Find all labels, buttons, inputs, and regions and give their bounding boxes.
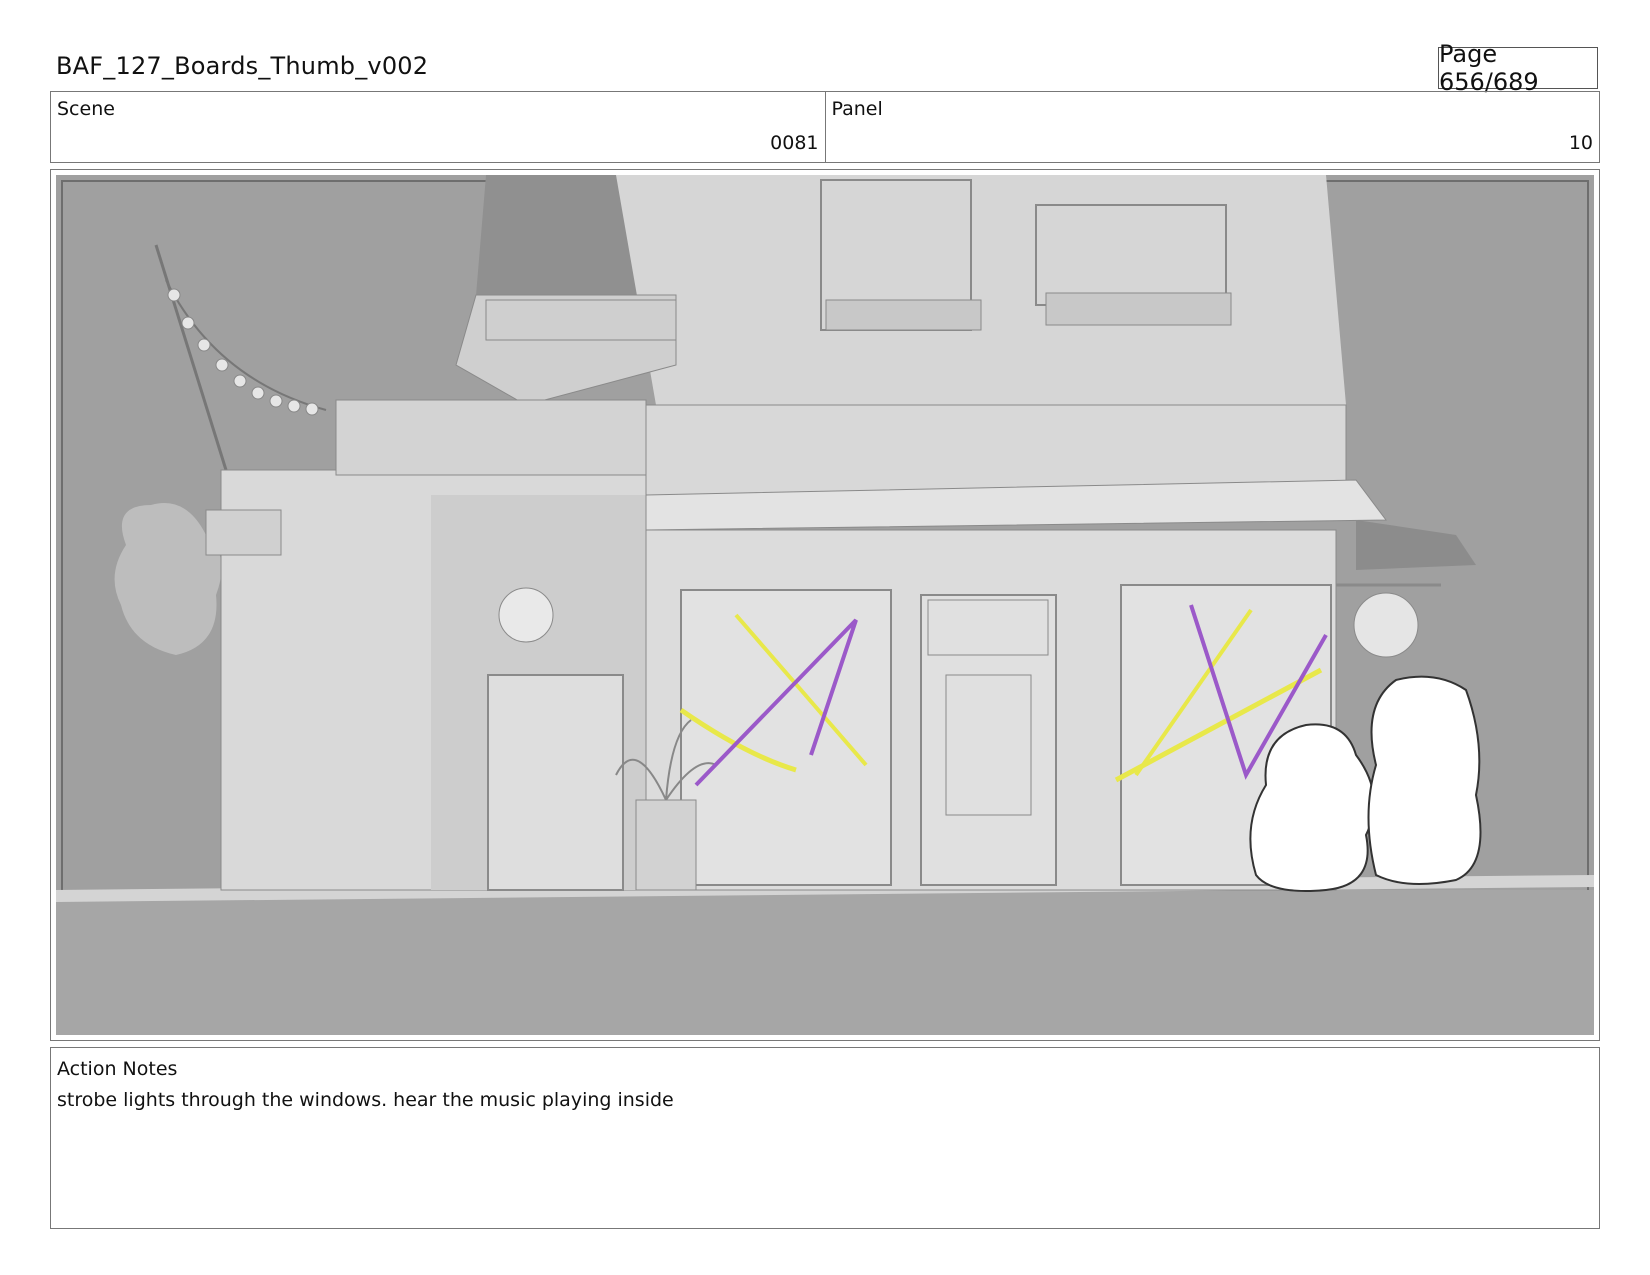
panel-cell: Panel 10	[824, 92, 1600, 162]
document-title: BAF_127_Boards_Thumb_v002	[56, 52, 429, 80]
action-notes-text: strobe lights through the windows. hear …	[57, 1089, 674, 1111]
scene-number: 0081	[770, 132, 819, 154]
scene-label: Scene	[57, 98, 115, 120]
plant-pot	[635, 799, 697, 891]
storefront-window-left	[680, 589, 892, 886]
ground	[56, 890, 1594, 1035]
upper-building	[616, 175, 1346, 405]
scene-cell: Scene 0081	[51, 92, 825, 162]
panel-number: 10	[1568, 132, 1593, 154]
storefront-sign-band	[645, 404, 1347, 496]
side-door	[487, 674, 624, 891]
character-sketch-right	[1367, 675, 1482, 885]
planter-box-right	[1045, 292, 1232, 326]
planter-box-left	[825, 299, 982, 331]
action-notes-box: Action Notes strobe lights through the w…	[50, 1047, 1600, 1229]
storyboard-panel	[50, 169, 1600, 1041]
scene-panel-info: Scene 0081 Panel 10	[50, 91, 1600, 163]
wall-lamp	[498, 587, 554, 643]
front-door	[920, 594, 1057, 886]
side-ledge	[205, 509, 282, 556]
page-indicator: Page 656/689	[1438, 40, 1598, 96]
hanging-sign	[1353, 592, 1419, 658]
panel-label: Panel	[831, 98, 883, 120]
roof-block	[335, 399, 647, 476]
storyboard-drawing	[56, 175, 1594, 1035]
action-notes-label: Action Notes	[57, 1058, 178, 1080]
